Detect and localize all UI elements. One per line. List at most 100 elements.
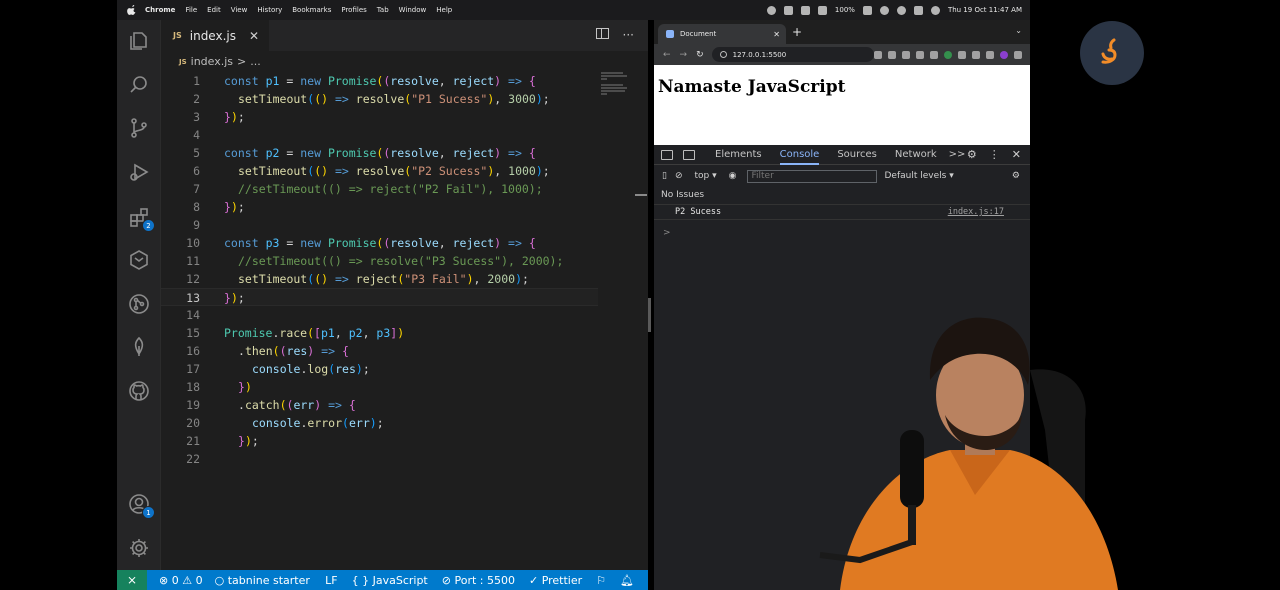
tab-close-icon[interactable]: ✕ <box>249 29 259 43</box>
console-settings-gear-icon[interactable]: ⚙ <box>1012 171 1020 181</box>
menu-history[interactable]: History <box>257 6 282 14</box>
breadcrumb-rest[interactable]: ... <box>250 55 261 68</box>
source-control-icon[interactable] <box>128 117 150 139</box>
siri-icon[interactable] <box>930 5 940 15</box>
battery-icon[interactable] <box>862 5 872 15</box>
device-toggle-icon[interactable] <box>683 149 695 160</box>
notifications-bell-icon[interactable]: 🔔︎ <box>620 574 634 587</box>
status-app-icon[interactable] <box>766 5 776 15</box>
devtools-close-icon[interactable]: ✕ <box>1012 148 1021 161</box>
devtools-tab-console[interactable]: Console <box>779 149 820 165</box>
code-line: 3}); <box>193 110 245 124</box>
devtools-more-tabs[interactable]: >> <box>949 149 966 160</box>
github-icon[interactable] <box>128 380 150 402</box>
sidebar-icon[interactable] <box>986 50 994 59</box>
code-editor[interactable]: 1 const p1 = new Promise((resolve, reject… <box>161 72 598 552</box>
run-debug-icon[interactable] <box>128 161 150 183</box>
menu-edit[interactable]: Edit <box>207 6 221 14</box>
devtools-tab-sources[interactable]: Sources <box>837 149 877 160</box>
menu-chrome[interactable]: Chrome <box>145 6 175 14</box>
console-log-source-link[interactable]: index.js:17 <box>948 207 1004 217</box>
console-prompt[interactable]: > <box>663 228 671 238</box>
extension-green-icon[interactable] <box>944 50 952 59</box>
eol-status[interactable]: LF <box>325 574 337 587</box>
editor-scrollbar[interactable] <box>648 298 651 332</box>
reload-icon[interactable]: ↻ <box>696 50 704 60</box>
bluetooth-icon[interactable] <box>817 5 827 15</box>
console-filter-input[interactable] <box>746 169 877 183</box>
overview-ruler-mark <box>635 194 647 196</box>
minimap[interactable] <box>598 72 648 552</box>
remote-explorer-icon[interactable] <box>128 249 150 271</box>
search-icon[interactable] <box>128 74 150 96</box>
extensions-badge: 2 <box>142 219 155 232</box>
chrome-menu-icon[interactable] <box>1014 50 1022 59</box>
apple-icon[interactable] <box>127 5 137 15</box>
screen-icon[interactable] <box>783 5 793 15</box>
settings-gear-icon[interactable] <box>128 537 150 559</box>
live-server-port[interactable]: ⊘ Port : 5500 <box>442 574 515 587</box>
tabnine-status[interactable]: ○ tabnine starter <box>215 574 310 587</box>
bookmark-star-icon[interactable] <box>902 50 910 59</box>
remote-indicator-icon[interactable]: ⨯ <box>117 570 147 590</box>
split-editor-icon[interactable] <box>595 28 609 39</box>
address-bar[interactable]: 127.0.0.1:5500 <box>711 47 874 62</box>
log-levels-dropdown[interactable]: Default levels ▾ <box>885 171 954 181</box>
site-info-icon[interactable] <box>719 51 727 58</box>
feedback-icon[interactable]: ⚐ <box>596 574 606 587</box>
inspect-element-icon[interactable] <box>661 149 673 160</box>
tab-index-js[interactable]: JS index.js ✕ <box>161 20 269 51</box>
browser-tab-document[interactable]: Document ✕ <box>658 24 786 44</box>
extension-icon[interactable] <box>930 50 938 59</box>
browser-tab-close-icon[interactable]: ✕ <box>773 30 780 39</box>
code-line: 11//setTimeout(() => resolve("P3 Sucess"… <box>186 254 564 268</box>
puzzle-icon[interactable] <box>972 50 980 59</box>
menu-file[interactable]: File <box>185 6 197 14</box>
console-toolbar: ▯ ⊘ top ▾ ◉ Default levels ▾ ⚙ <box>654 166 1030 186</box>
activity-bar: 2 1 <box>117 20 161 570</box>
devtools-settings-gear-icon[interactable]: ⚙ <box>967 148 977 161</box>
console-sidebar-icon[interactable]: ▯ <box>662 171 667 181</box>
control-center-icon[interactable] <box>913 5 923 15</box>
menu-profiles[interactable]: Profiles <box>341 6 366 14</box>
profile-avatar-icon[interactable] <box>1000 50 1008 59</box>
extensions-icon[interactable]: 2 <box>128 206 155 232</box>
record-icon[interactable] <box>800 5 810 15</box>
extension-icon[interactable] <box>958 50 966 59</box>
issues-indicator[interactable]: No Issues <box>661 190 704 200</box>
status-bar: ⨯ ⊗ 0 ⚠ 0 ○ tabnine starter LF { } JavaS… <box>117 570 648 590</box>
clear-console-icon[interactable]: ⊘ <box>675 171 683 181</box>
breadcrumb-file[interactable]: index.js <box>191 55 233 68</box>
menu-help[interactable]: Help <box>436 6 452 14</box>
live-expression-eye-icon[interactable]: ◉ <box>729 171 737 181</box>
wifi-icon[interactable] <box>879 5 889 15</box>
new-tab-button[interactable]: + <box>792 25 802 39</box>
prettier-status[interactable]: ✓ Prettier <box>529 574 582 587</box>
tab-search-chevron-icon[interactable]: ⌄ <box>1015 26 1022 35</box>
git-graph-icon[interactable] <box>128 293 150 315</box>
back-arrow-icon[interactable]: ← <box>663 50 671 60</box>
share-icon[interactable] <box>888 50 896 59</box>
menu-window[interactable]: Window <box>399 6 427 14</box>
menu-tab[interactable]: Tab <box>377 6 389 14</box>
accounts-icon[interactable]: 1 <box>128 493 155 519</box>
menubar-clock[interactable]: Thu 19 Oct 11:47 AM <box>948 6 1022 14</box>
editor-actions: ··· <box>595 28 634 42</box>
code-line: 16 .then((res) => { <box>186 344 349 358</box>
devtools-kebab-icon[interactable]: ⋮ <box>989 148 1000 161</box>
extension-icon[interactable] <box>916 50 924 59</box>
problems-indicator[interactable]: ⊗ 0 ⚠ 0 <box>159 574 203 587</box>
spotlight-icon[interactable] <box>896 5 906 15</box>
language-mode[interactable]: { } JavaScript <box>352 574 428 587</box>
devtools-tab-network[interactable]: Network <box>895 149 937 160</box>
extension-icons <box>874 50 1022 59</box>
mongodb-leaf-icon[interactable] <box>128 336 150 358</box>
devtools-tab-elements[interactable]: Elements <box>715 149 762 160</box>
menu-view[interactable]: View <box>231 6 248 14</box>
zoom-icon[interactable] <box>874 50 882 59</box>
explorer-icon[interactable] <box>128 30 150 52</box>
menu-bookmarks[interactable]: Bookmarks <box>292 6 331 14</box>
forward-arrow-icon[interactable]: → <box>680 50 688 60</box>
more-actions-icon[interactable]: ··· <box>623 28 634 42</box>
context-selector[interactable]: top ▾ <box>695 171 717 181</box>
